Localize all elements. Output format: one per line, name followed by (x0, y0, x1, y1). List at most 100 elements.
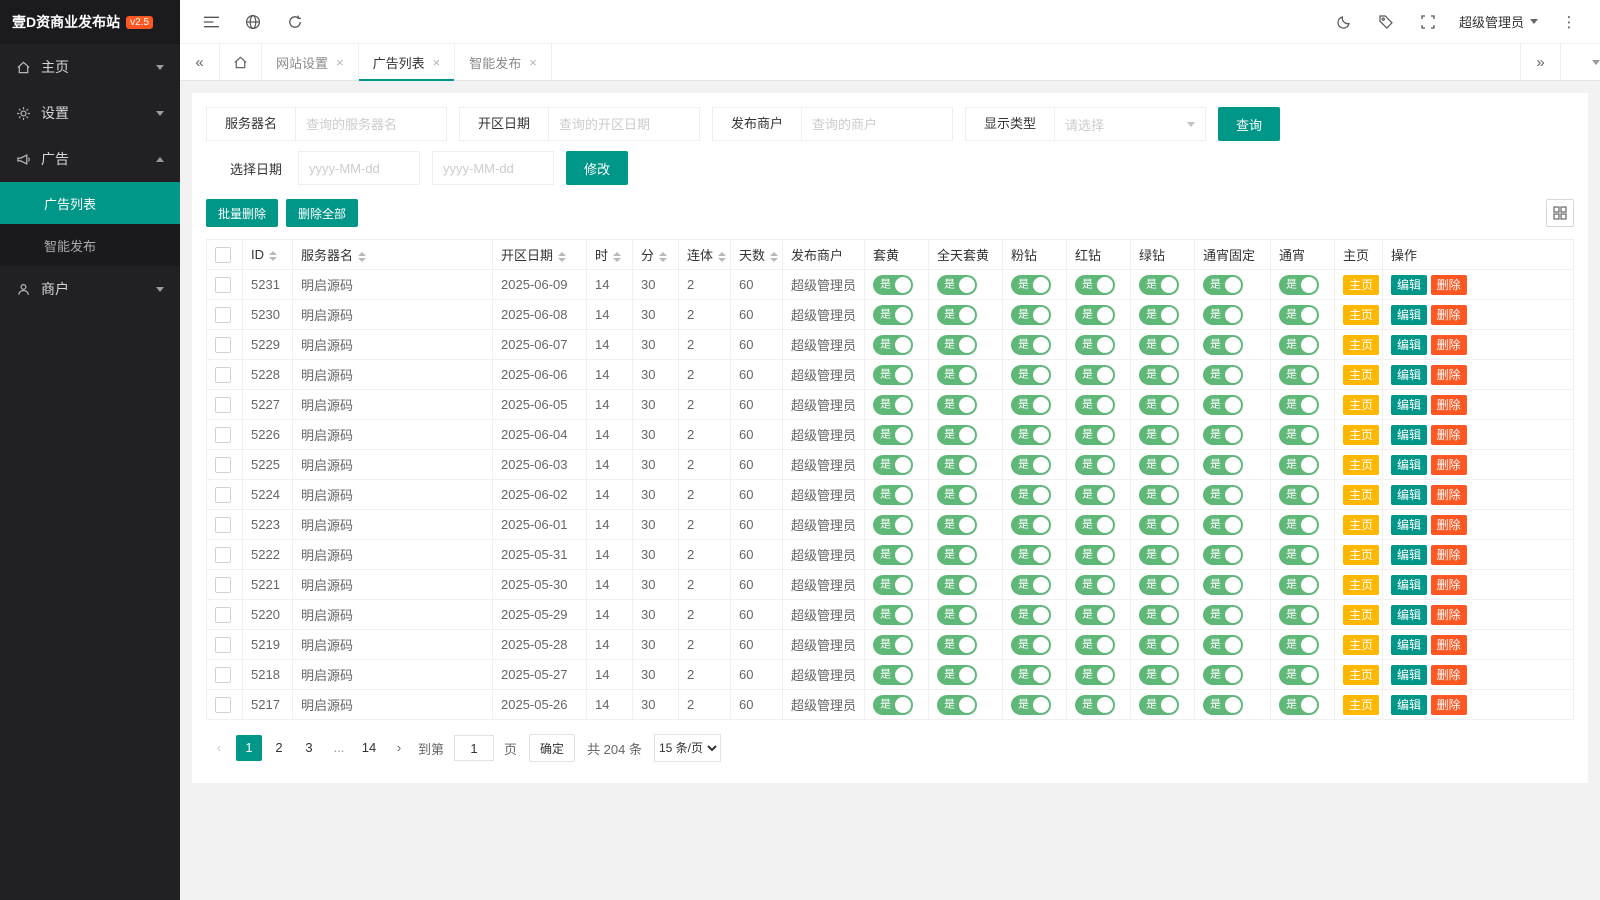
toggle-switch[interactable]: 是 (1139, 665, 1179, 685)
refresh-icon[interactable] (274, 0, 316, 44)
prev-page-icon[interactable]: ‹ (206, 735, 232, 761)
tab-home[interactable] (220, 44, 262, 80)
toggle-switch[interactable]: 是 (1279, 275, 1319, 295)
select-all-checkbox[interactable] (215, 247, 231, 263)
edit-button[interactable]: 编辑 (1391, 665, 1427, 685)
toggle-switch[interactable]: 是 (873, 485, 913, 505)
toggle-switch[interactable]: 是 (1075, 515, 1115, 535)
sidebar-item-ad-list[interactable]: 广告列表 (0, 182, 180, 224)
delete-button[interactable]: 删除 (1431, 335, 1467, 355)
server-name-input[interactable] (295, 107, 447, 141)
edit-button[interactable]: 编辑 (1391, 605, 1427, 625)
toggle-switch[interactable]: 是 (1279, 575, 1319, 595)
tab-site-settings[interactable]: 网站设置 × (262, 44, 359, 80)
column-header[interactable]: 天数 (731, 240, 783, 270)
toggle-switch[interactable]: 是 (1203, 575, 1243, 595)
row-checkbox[interactable] (215, 607, 231, 623)
toggle-switch[interactable]: 是 (937, 545, 977, 565)
toggle-switch[interactable]: 是 (937, 605, 977, 625)
delete-all-button[interactable]: 删除全部 (286, 199, 358, 227)
toggle-switch[interactable]: 是 (937, 275, 977, 295)
edit-button[interactable]: 编辑 (1391, 305, 1427, 325)
sort-icon[interactable] (659, 252, 667, 262)
toggle-switch[interactable]: 是 (873, 305, 913, 325)
column-header[interactable]: ID (243, 240, 293, 270)
row-checkbox[interactable] (215, 697, 231, 713)
toggle-switch[interactable]: 是 (1075, 425, 1115, 445)
toggle-switch[interactable]: 是 (873, 665, 913, 685)
delete-button[interactable]: 删除 (1431, 515, 1467, 535)
toggle-switch[interactable]: 是 (1279, 515, 1319, 535)
edit-button[interactable]: 编辑 (1391, 365, 1427, 385)
toggle-switch[interactable]: 是 (1203, 365, 1243, 385)
more-options-icon[interactable]: ⋮ (1548, 0, 1590, 44)
toggle-switch[interactable]: 是 (1203, 305, 1243, 325)
toggle-switch[interactable]: 是 (1011, 335, 1051, 355)
edit-button[interactable]: 编辑 (1391, 545, 1427, 565)
column-settings-icon[interactable] (1546, 199, 1574, 227)
toggle-switch[interactable]: 是 (1139, 515, 1179, 535)
delete-button[interactable]: 删除 (1431, 395, 1467, 415)
tag-icon[interactable] (1365, 0, 1407, 44)
tabs-scroll-left-icon[interactable]: « (180, 44, 220, 80)
delete-button[interactable]: 删除 (1431, 635, 1467, 655)
user-dropdown[interactable]: 超级管理员 (1449, 0, 1548, 44)
tabs-scroll-right-icon[interactable]: » (1520, 44, 1560, 80)
edit-button[interactable]: 编辑 (1391, 515, 1427, 535)
toggle-switch[interactable]: 是 (1279, 365, 1319, 385)
toggle-switch[interactable]: 是 (1075, 635, 1115, 655)
toggle-switch[interactable]: 是 (937, 335, 977, 355)
goto-page-input[interactable] (454, 735, 494, 761)
edit-button[interactable]: 编辑 (1391, 695, 1427, 715)
toggle-switch[interactable]: 是 (873, 695, 913, 715)
toggle-switch[interactable]: 是 (1075, 395, 1115, 415)
toggle-switch[interactable]: 是 (1139, 425, 1179, 445)
toggle-switch[interactable]: 是 (1011, 575, 1051, 595)
collapse-sidebar-icon[interactable] (190, 0, 232, 44)
home-page-button[interactable]: 主页 (1343, 695, 1379, 715)
column-header[interactable]: 连体 (679, 240, 731, 270)
toggle-switch[interactable]: 是 (937, 695, 977, 715)
pager-page[interactable]: 2 (266, 735, 292, 761)
toggle-switch[interactable]: 是 (1075, 485, 1115, 505)
column-header[interactable]: 服务器名 (293, 240, 493, 270)
next-page-icon[interactable]: › (386, 735, 412, 761)
toggle-switch[interactable]: 是 (1203, 275, 1243, 295)
toggle-switch[interactable]: 是 (1203, 335, 1243, 355)
row-checkbox[interactable] (215, 367, 231, 383)
toggle-switch[interactable]: 是 (1203, 545, 1243, 565)
tab-close-icon[interactable]: × (336, 55, 344, 70)
toggle-switch[interactable]: 是 (1075, 545, 1115, 565)
toggle-switch[interactable]: 是 (1139, 275, 1179, 295)
toggle-switch[interactable]: 是 (1011, 665, 1051, 685)
toggle-switch[interactable]: 是 (1011, 455, 1051, 475)
row-checkbox[interactable] (215, 277, 231, 293)
toggle-switch[interactable]: 是 (1139, 605, 1179, 625)
toggle-switch[interactable]: 是 (873, 635, 913, 655)
toggle-switch[interactable]: 是 (1139, 695, 1179, 715)
sidebar-item-settings[interactable]: 设置 (0, 90, 180, 136)
toggle-switch[interactable]: 是 (1011, 275, 1051, 295)
toggle-switch[interactable]: 是 (937, 305, 977, 325)
modify-button[interactable]: 修改 (566, 151, 628, 185)
toggle-switch[interactable]: 是 (1279, 545, 1319, 565)
toggle-switch[interactable]: 是 (1279, 425, 1319, 445)
toggle-switch[interactable]: 是 (1279, 455, 1319, 475)
home-page-button[interactable]: 主页 (1343, 635, 1379, 655)
delete-button[interactable]: 删除 (1431, 425, 1467, 445)
toggle-switch[interactable]: 是 (1075, 695, 1115, 715)
toggle-switch[interactable]: 是 (1075, 665, 1115, 685)
sidebar-item-ads[interactable]: 广告 (0, 136, 180, 182)
toggle-switch[interactable]: 是 (1139, 545, 1179, 565)
row-checkbox[interactable] (215, 637, 231, 653)
moon-icon[interactable] (1323, 0, 1365, 44)
sort-icon[interactable] (613, 252, 621, 262)
toggle-switch[interactable]: 是 (1279, 695, 1319, 715)
toggle-switch[interactable]: 是 (1203, 395, 1243, 415)
toggle-switch[interactable]: 是 (1011, 635, 1051, 655)
merchant-input[interactable] (801, 107, 953, 141)
toggle-switch[interactable]: 是 (873, 275, 913, 295)
toggle-switch[interactable]: 是 (1011, 605, 1051, 625)
delete-button[interactable]: 删除 (1431, 275, 1467, 295)
delete-button[interactable]: 删除 (1431, 485, 1467, 505)
